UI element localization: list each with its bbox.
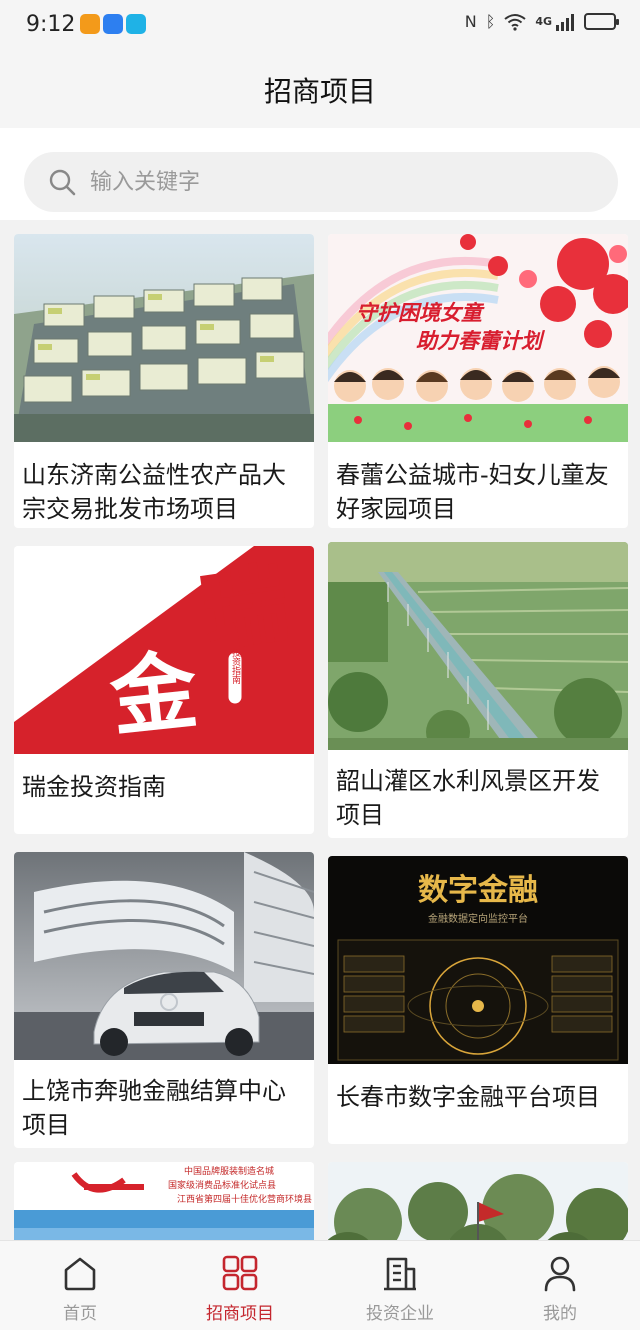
- project-title: 上饶市奔驰金融结算中心项目: [22, 1077, 286, 1139]
- poster-headline-1: 守护困境女童: [356, 301, 485, 325]
- poster-line-3: 江西省第四届十佳优化营商环境县: [177, 1193, 312, 1205]
- search-input[interactable]: [90, 162, 590, 202]
- network-type: 4G: [535, 15, 552, 28]
- page-title: 招商项目: [263, 75, 376, 108]
- poster-line-2: 国家级消费品标准化试点县: [168, 1179, 276, 1191]
- search-icon: [49, 169, 76, 196]
- tab-profile[interactable]: 我的: [480, 1241, 640, 1330]
- poster-headline-2: 助力春蕾计划: [416, 329, 546, 353]
- person-icon: [544, 1256, 576, 1292]
- search-box[interactable]: [24, 152, 618, 212]
- dashboard-subtitle: 金融数据定向监控平台: [428, 912, 528, 925]
- nfc-icon: N: [464, 12, 477, 31]
- tab-projects-label: 招商项目: [206, 1304, 274, 1324]
- cover-subtitle: 投资指南: [230, 647, 241, 684]
- tab-profile-label: 我的: [543, 1304, 577, 1324]
- signal-icon: [556, 13, 574, 31]
- project-title: 山东济南公益性农产品大宗交易批发市场项目: [22, 461, 286, 523]
- project-image-brand-poster: 中国品牌服装制造名城 国家级消费品标准化试点县 江西省第四届十佳优化营商环境县: [14, 1162, 314, 1240]
- project-card[interactable]: 山东济南公益性农产品大宗交易批发市场项目: [14, 234, 314, 528]
- bluetooth-icon: ᛒ: [485, 12, 496, 31]
- home-icon: [64, 1257, 96, 1291]
- project-image-digital-finance: 数字金融 金融数据定向监控平台: [328, 856, 628, 1064]
- project-title: 瑞金投资指南: [22, 773, 166, 801]
- search-area: [0, 128, 640, 220]
- dashboard-title: 数字金融: [418, 873, 538, 908]
- grid-icon: [222, 1255, 258, 1291]
- system-icons: N ᛒ 4G: [464, 12, 619, 31]
- project-grid: 山东济南公益性农产品大宗交易批发市场项目 守护困境女童 助力春蕾计划 春蕾公益城…: [0, 220, 640, 1240]
- project-title: 春蕾公益城市-妇女儿童友好家园项目: [336, 461, 609, 523]
- tab-home[interactable]: 首页: [0, 1241, 160, 1330]
- bottom-tab-bar: 首页 招商项目 投资企业 我的: [0, 1240, 640, 1330]
- project-image-industrial-park: [14, 234, 314, 442]
- wifi-icon: [504, 13, 526, 31]
- project-card[interactable]: [328, 1162, 628, 1240]
- project-card[interactable]: 韶山灌区水利风景区开发项目: [328, 542, 628, 838]
- project-title: 韶山灌区水利风景区开发项目: [336, 767, 600, 829]
- project-card[interactable]: 数字金融 金融数据定向监控平台 长春市数字金融平台项目: [328, 856, 628, 1144]
- project-card[interactable]: 守护困境女童 助力春蕾计划 春蕾公益城市-妇女儿童友好家园项目: [328, 234, 628, 528]
- cover-character-jin: 金: [105, 640, 203, 750]
- status-bar: 9:12 N ᛒ 4G: [0, 0, 640, 52]
- project-title: 长春市数字金融平台项目: [336, 1083, 600, 1111]
- weather-app-icon: [80, 14, 100, 34]
- building-icon: [384, 1257, 416, 1291]
- tab-projects[interactable]: 招商项目: [160, 1241, 320, 1330]
- search-app-icon: [126, 14, 146, 34]
- cover-character-rui: 瑞: [196, 552, 295, 664]
- cloud-app-icon: [103, 14, 123, 34]
- project-image-spring-bud: 守护困境女童 助力春蕾计划: [328, 234, 628, 442]
- project-image-ruijin-cover: 瑞 金 投资指南: [14, 546, 314, 754]
- tab-home-label: 首页: [63, 1304, 97, 1324]
- poster-line-1: 中国品牌服装制造名城: [184, 1165, 274, 1177]
- project-image-aqueduct: [328, 542, 628, 750]
- project-card[interactable]: 瑞 金 投资指南 瑞金投资指南: [14, 546, 314, 834]
- status-time: 9:12: [26, 12, 76, 37]
- project-image-forest: [328, 1162, 628, 1240]
- project-card[interactable]: 上饶市奔驰金融结算中心项目: [14, 852, 314, 1148]
- project-card[interactable]: 中国品牌服装制造名城 国家级消费品标准化试点县 江西省第四届十佳优化营商环境县: [14, 1162, 314, 1240]
- nav-bar: 招商项目: [0, 52, 640, 128]
- notification-icons: [80, 14, 146, 34]
- tab-enterprises[interactable]: 投资企业: [320, 1241, 480, 1330]
- tab-enterprises-label: 投资企业: [366, 1304, 434, 1324]
- project-image-mercedes: [14, 852, 314, 1060]
- battery-icon: [584, 13, 619, 30]
